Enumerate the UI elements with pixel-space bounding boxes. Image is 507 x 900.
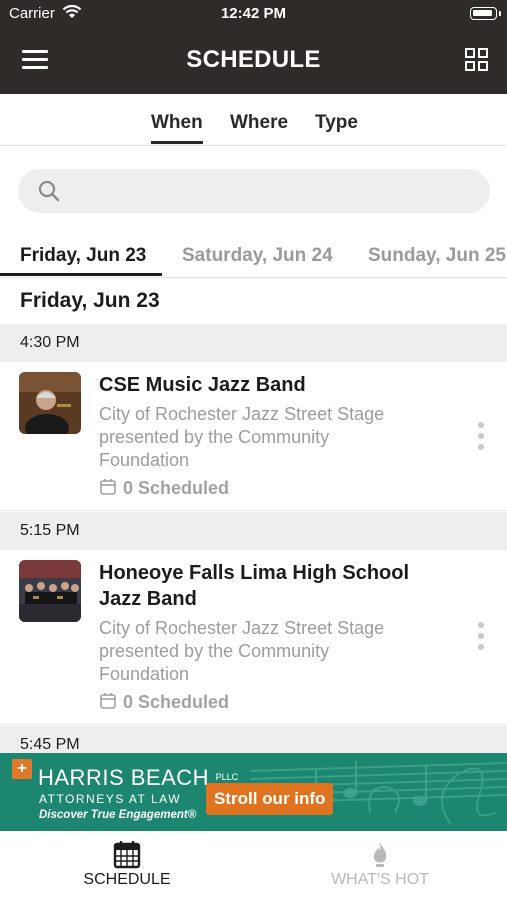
grid-icon[interactable] (465, 48, 489, 72)
tab-type[interactable]: Type (315, 112, 358, 134)
event-location: City of Rochester Jazz Street Stage pres… (99, 404, 385, 470)
top-bar: Carrier 12:42 PM SCHEDULE (0, 0, 507, 94)
ad-brand-text: HARRIS BEACH (38, 765, 210, 790)
event-thumbnail (19, 372, 81, 434)
day-tab-sat[interactable]: Saturday, Jun 24 (182, 245, 333, 267)
battery-icon (470, 7, 501, 20)
event-title: Honeoye Falls Lima High School Jazz Band (99, 562, 410, 610)
page-title: SCHEDULE (186, 46, 321, 73)
status-bar: Carrier 12:42 PM (0, 0, 507, 28)
event-title: CSE Music Jazz Band (99, 374, 306, 396)
ad-cta-button[interactable]: Stroll our info (206, 783, 334, 815)
event-location: City of Rochester Jazz Street Stage pres… (99, 618, 385, 684)
scheduled-label: 0 Scheduled (123, 478, 230, 498)
bottom-tab-bar: SCHEDULE WHAT'S HOT (0, 831, 507, 900)
list-item[interactable]: CSE Music Jazz Band City of Rochester Ja… (0, 362, 507, 511)
ad-tagline: Discover True Engagement® (39, 809, 197, 821)
flame-icon (373, 842, 387, 867)
search-bar (18, 169, 490, 213)
tab-schedule-label: SCHEDULE (83, 871, 171, 888)
scheduled-label: 0 Scheduled (123, 692, 230, 712)
filter-tabs: When Where Type (0, 94, 507, 146)
scheduled-count: 0 Scheduled (99, 478, 229, 499)
more-options-icon[interactable] (477, 622, 485, 656)
ad-subtitle: ATTORNEYS AT LAW (39, 792, 182, 806)
time-slot-header: 5:15 PM (0, 512, 507, 550)
search-icon (38, 180, 60, 202)
tab-schedule[interactable]: SCHEDULE (47, 839, 207, 889)
day-tabs: Friday, Jun 23 Saturday, Jun 24 Sunday, … (0, 232, 507, 278)
calendar-icon (113, 841, 141, 869)
tab-where[interactable]: Where (230, 112, 288, 134)
day-tab-fri[interactable]: Friday, Jun 23 (20, 245, 146, 267)
tab-whats-hot-label: WHAT'S HOT (331, 871, 429, 888)
more-options-icon[interactable] (477, 422, 485, 456)
day-tab-sun[interactable]: Sunday, Jun 25 (368, 245, 506, 267)
scheduled-count: 0 Scheduled (99, 692, 229, 713)
calendar-icon (100, 693, 116, 709)
list-item[interactable]: Honeoye Falls Lima High School Jazz Band… (0, 550, 507, 725)
tab-whats-hot[interactable]: WHAT'S HOT (300, 839, 460, 889)
event-thumbnail (19, 560, 81, 622)
day-tab-indicator (0, 273, 162, 276)
ad-brand-suffix: PLLC (215, 772, 239, 782)
time-slot-header: 4:30 PM (0, 324, 507, 362)
date-heading: Friday, Jun 23 (20, 289, 160, 312)
tab-when[interactable]: When (151, 112, 203, 144)
ad-banner[interactable]: + HARRIS BEACH PLLC ATTORNEYS AT LAW Dis… (0, 753, 507, 831)
harris-beach-logo: + (12, 759, 32, 779)
status-time: 12:42 PM (220, 5, 287, 22)
calendar-icon (100, 479, 116, 495)
search-input[interactable] (74, 169, 474, 213)
